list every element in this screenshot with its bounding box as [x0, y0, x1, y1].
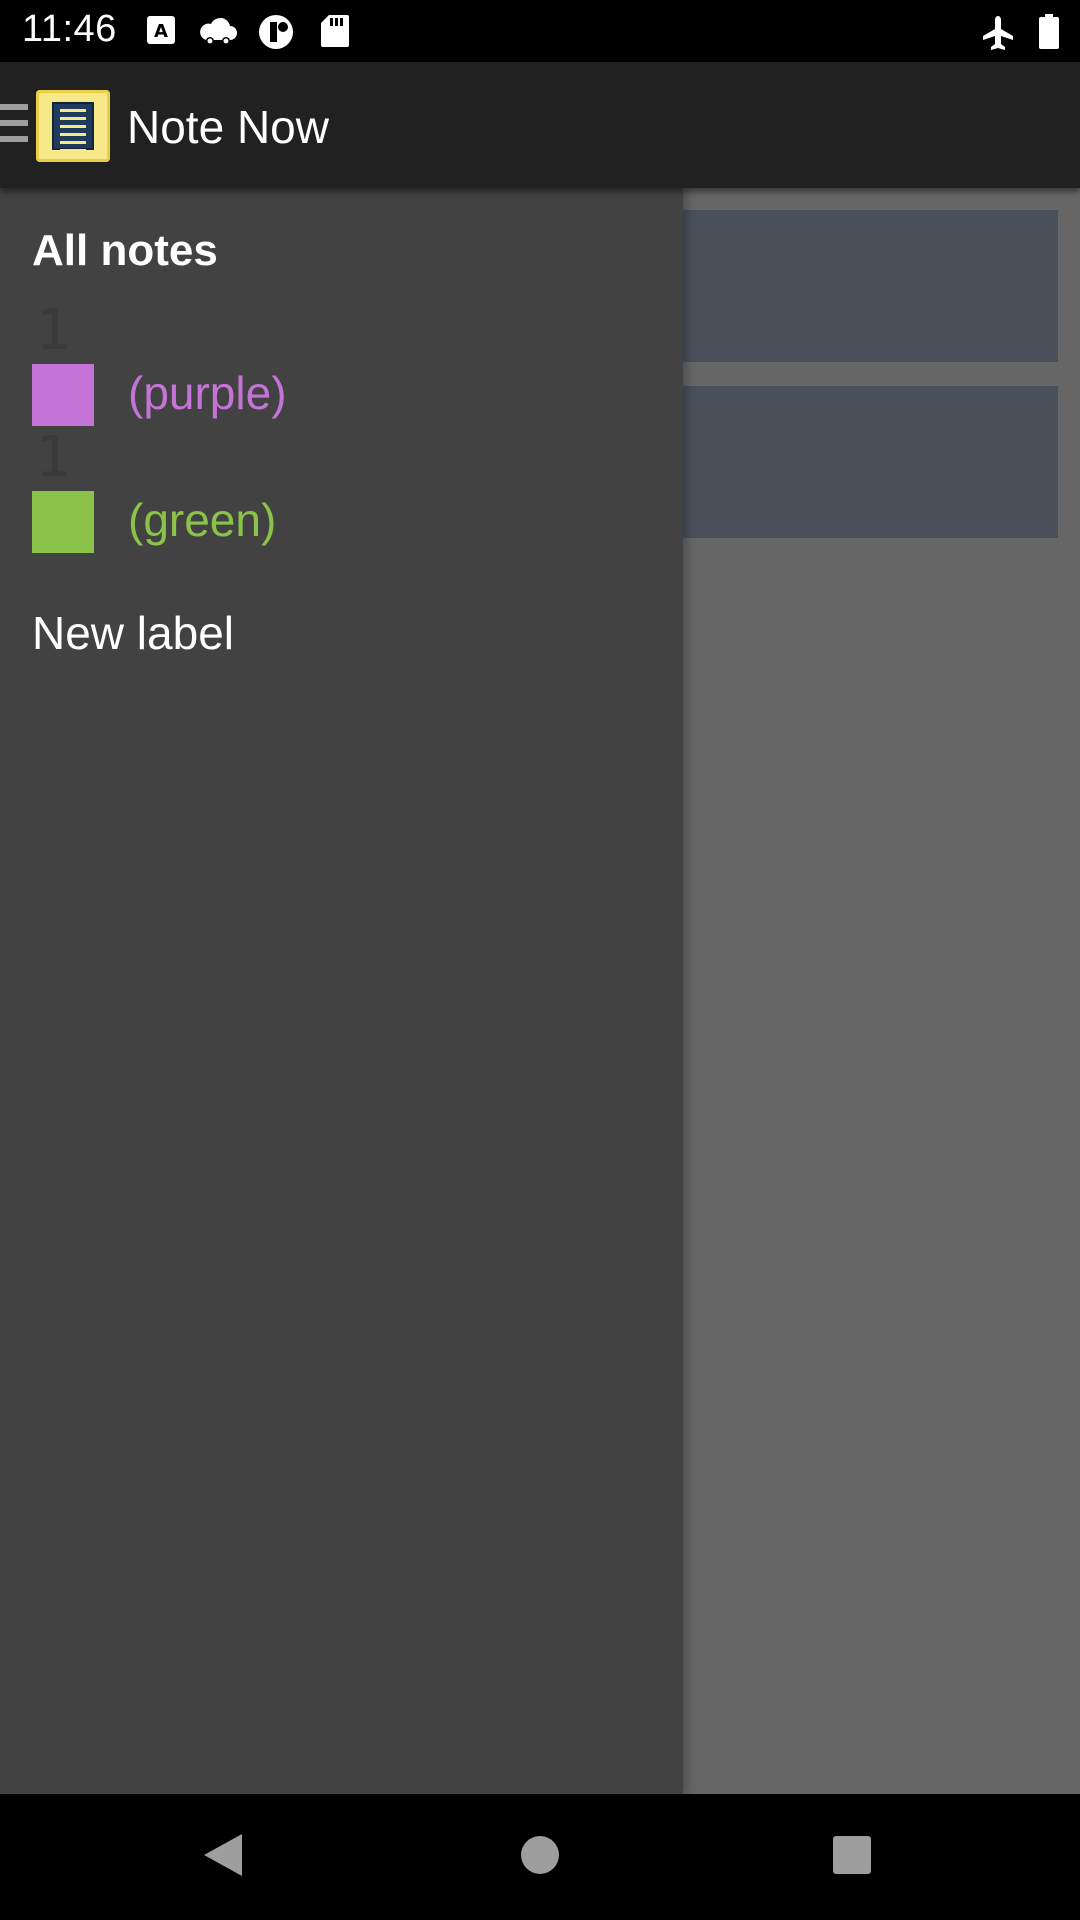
label-item-green[interactable]: 1 (green) — [0, 425, 683, 583]
screen: 11:46 A Note Now All notes 1 (purple) 1 … — [0, 0, 1080, 1920]
notes-app-icon[interactable] — [36, 90, 110, 162]
system-nav-bar — [0, 1794, 1080, 1920]
navigation-drawer: All notes 1 (purple) 1 (green) New label — [0, 188, 683, 1794]
battery-icon — [1038, 14, 1060, 55]
all-notes-item[interactable]: All notes — [32, 226, 218, 276]
a-keyboard-icon: A — [146, 14, 176, 51]
new-label-button[interactable]: New label — [32, 606, 234, 660]
home-circle-icon[interactable] — [518, 1830, 562, 1885]
status-bar: 11:46 A — [0, 0, 1080, 62]
note-card[interactable] — [660, 210, 1058, 362]
label-color-swatch — [32, 491, 94, 553]
circle-c-icon — [258, 14, 296, 55]
label-name: (purple) — [128, 367, 287, 419]
label-name: (green) — [128, 494, 277, 546]
label-count: 1 — [36, 425, 72, 490]
label-item-purple[interactable]: 1 (purple) — [0, 298, 683, 456]
back-triangle-icon[interactable] — [200, 1830, 246, 1885]
cloud-icon — [198, 14, 238, 51]
app-bar: Note Now — [0, 62, 1080, 188]
hamburger-icon[interactable] — [0, 104, 28, 146]
sd-card-icon — [320, 14, 350, 53]
label-count: 1 — [36, 298, 72, 363]
note-card[interactable] — [660, 386, 1058, 538]
status-time: 11:46 — [22, 8, 117, 50]
app-title: Note Now — [127, 101, 329, 153]
svg-text:A: A — [154, 21, 168, 42]
airplane-icon — [980, 14, 1016, 55]
label-color-swatch — [32, 364, 94, 426]
recents-square-icon[interactable] — [830, 1830, 874, 1885]
